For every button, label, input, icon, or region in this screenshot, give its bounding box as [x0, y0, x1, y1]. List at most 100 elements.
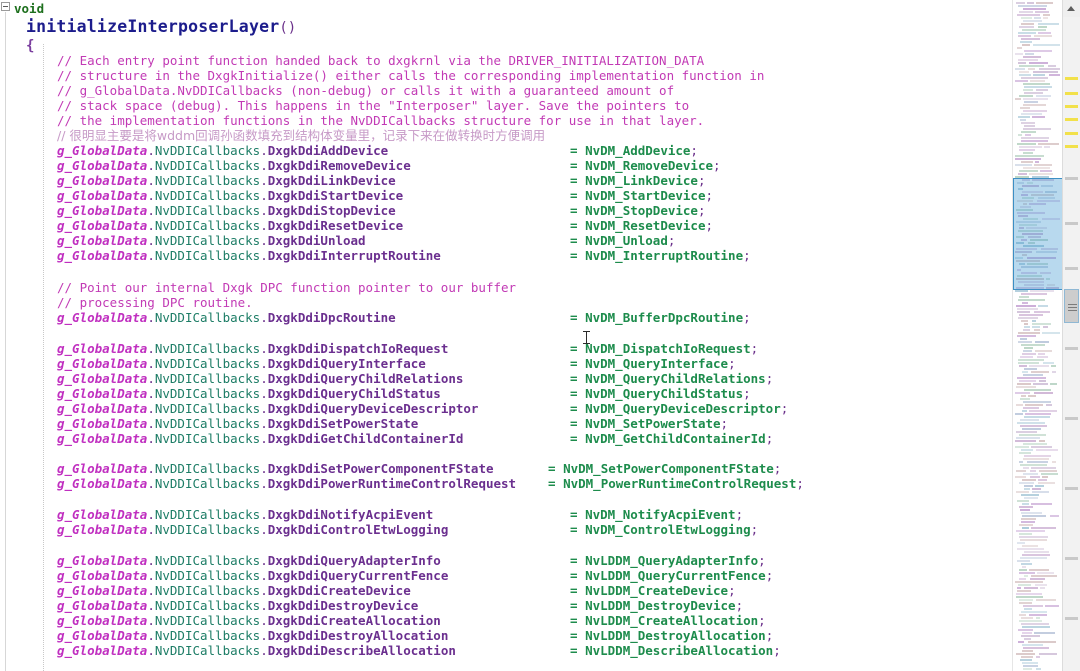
dot-operator: . [147, 401, 155, 416]
minimap-line [1021, 77, 1048, 79]
assignment-statement[interactable]: g_GlobalData.NvDDICallbacks.DxgkDdiGetCh… [57, 431, 463, 446]
object-prefix: g_GlobalData [57, 143, 148, 158]
assignment-statement[interactable]: g_GlobalData.NvDDICallbacks.DxgkDdiQuery… [57, 401, 478, 416]
assignment-right-hand-side[interactable]: = NvDM_QueryDeviceDescriptor; [570, 401, 788, 416]
minimap-line [1031, 503, 1052, 505]
assignment-right-hand-side[interactable]: = NvLDDM_QueryCurrentFence; [570, 568, 773, 583]
assignment-statement[interactable]: g_GlobalData.NvDDICallbacks.DxgkDdiDispa… [57, 341, 448, 356]
scroll-up-button[interactable] [1063, 0, 1080, 17]
dot-operator: . [260, 583, 268, 598]
minimap-line [1043, 17, 1048, 19]
assignment-statement[interactable]: g_GlobalData.NvDDICallbacks.DxgkDdiSetPo… [57, 461, 494, 476]
dot-operator: . [260, 522, 268, 537]
assignment-statement[interactable]: g_GlobalData.NvDDICallbacks.DxgkDdiDestr… [57, 598, 418, 613]
assignment-statement[interactable]: g_GlobalData.NvDDICallbacks.DxgkDdiDestr… [57, 628, 448, 643]
minimap-line [1017, 560, 1030, 562]
assignment-statement[interactable]: g_GlobalData.NvDDICallbacks.DxgkDdiUnloa… [57, 233, 366, 248]
assignment-right-hand-side[interactable]: = NvDM_InterruptRoutine; [570, 248, 751, 263]
minimap-line [1019, 482, 1034, 484]
assignment-statement[interactable]: g_GlobalData.NvDDICallbacks.DxgkDdiDpcRo… [57, 310, 396, 325]
collapse-region-toggle-icon[interactable] [1, 2, 10, 11]
assignment-right-hand-side[interactable]: = NvDM_AddDevice; [570, 143, 698, 158]
minimap-line [1041, 473, 1058, 475]
assignment-operator: = [570, 341, 586, 356]
fold-gutter[interactable] [0, 0, 12, 671]
minimap-line [1035, 485, 1044, 487]
assignment-right-hand-side[interactable]: = NvDM_ResetDevice; [570, 218, 713, 233]
member-field: DxgkDdiAddDevice [267, 143, 389, 158]
minimap-line [1042, 332, 1060, 334]
minimap-line [1033, 44, 1060, 46]
member-namespace: NvDDICallbacks [154, 476, 261, 491]
assignment-statement[interactable]: g_GlobalData.NvDDICallbacks.DxgkDdiDescr… [57, 643, 456, 658]
assignment-right-hand-side[interactable]: = NvDM_QueryChildStatus; [570, 386, 751, 401]
assignment-statement[interactable]: g_GlobalData.NvDDICallbacks.DxgkDdiCreat… [57, 613, 441, 628]
assignment-right-hand-side[interactable]: = NvLDDM_CreateAllocation; [570, 613, 766, 628]
assignment-right-hand-side[interactable]: = NvDM_NotifyAcpiEvent; [570, 507, 743, 522]
assignment-right-hand-side[interactable]: = NvLDDM_QueryAdapterInfo; [570, 553, 766, 568]
assignment-right-hand-side[interactable]: = NvDM_SetPowerState; [570, 416, 728, 431]
assignment-right-hand-side[interactable]: = NvLDDM_CreateDevice; [570, 583, 736, 598]
assignment-statement[interactable]: g_GlobalData.NvDDICallbacks.DxgkDdiLinkD… [57, 173, 396, 188]
minimap-line [1030, 578, 1045, 580]
assignment-statement[interactable]: g_GlobalData.NvDDICallbacks.DxgkDdiContr… [57, 522, 448, 537]
code-text-area[interactable]: void initializeInterposerLayer() { // Ea… [12, 0, 1012, 671]
assignment-right-hand-side[interactable]: = NvLDDM_DescribeAllocation; [570, 643, 781, 658]
assignment-statement[interactable]: g_GlobalData.NvDDICallbacks.DxgkDdiStart… [57, 188, 403, 203]
assignment-statement[interactable]: g_GlobalData.NvDDICallbacks.DxgkDdiNotif… [57, 507, 433, 522]
open-brace: { [26, 38, 35, 54]
assignment-right-hand-side[interactable]: = NvDM_StopDevice; [570, 203, 705, 218]
assignment-right-hand-side[interactable]: = NvDM_BufferDpcRoutine; [570, 310, 751, 325]
minimap-line [1028, 641, 1056, 643]
minimap-line [1016, 2, 1025, 4]
assignment-right-hand-side[interactable]: = NvDM_LinkDevice; [570, 173, 705, 188]
code-minimap[interactable] [1012, 0, 1063, 671]
assignment-statement[interactable]: g_GlobalData.NvDDICallbacks.DxgkDdiInter… [57, 248, 441, 263]
assignment-statement[interactable]: g_GlobalData.NvDDICallbacks.DxgkDdiReset… [57, 218, 403, 233]
scrollbar-track[interactable] [1063, 17, 1080, 671]
minimap-line [1015, 98, 1021, 100]
assignment-right-hand-side[interactable]: = NvDM_QueryInterface; [570, 356, 736, 371]
assignment-right-hand-side[interactable]: = NvDM_StartDevice; [570, 188, 713, 203]
minimap-line [1039, 68, 1060, 70]
member-namespace: NvDDICallbacks [154, 613, 261, 628]
assignment-statement[interactable]: g_GlobalData.NvDDICallbacks.DxgkDdiCreat… [57, 583, 411, 598]
assignment-statement[interactable]: g_GlobalData.NvDDICallbacks.DxgkDdiQuery… [57, 356, 426, 371]
minimap-line [1020, 509, 1030, 511]
minimap-line [1024, 488, 1030, 490]
minimap-viewport-indicator[interactable] [1013, 178, 1063, 290]
assignment-right-hand-side[interactable]: = NvDM_QueryChildRelations; [570, 371, 773, 386]
member-namespace: NvDDICallbacks [154, 356, 261, 371]
minimap-line [1035, 161, 1039, 163]
editor-surface[interactable]: void initializeInterposerLayer() { // Ea… [0, 0, 1012, 671]
minimap-line [1024, 551, 1049, 553]
member-field: DxgkDdiPowerRuntimeControlRequest [267, 476, 517, 491]
minimap-line [1037, 356, 1048, 358]
dot-operator: . [260, 401, 268, 416]
assignment-statement[interactable]: g_GlobalData.NvDDICallbacks.DxgkDdiQuery… [57, 568, 448, 583]
assignment-right-hand-side[interactable]: = NvDM_Unload; [570, 233, 675, 248]
assignment-statement[interactable]: g_GlobalData.NvDDICallbacks.DxgkDdiSetPo… [57, 416, 418, 431]
minimap-line [1016, 305, 1036, 307]
vertical-scrollbar[interactable] [1062, 0, 1080, 671]
assignment-statement[interactable]: g_GlobalData.NvDDICallbacks.DxgkDdiQuery… [57, 371, 463, 386]
assignment-statement[interactable]: g_GlobalData.NvDDICallbacks.DxgkDdiPower… [57, 476, 516, 491]
assignment-right-hand-side[interactable]: = NvLDDM_DestroyAllocation; [570, 628, 773, 643]
dot-operator: . [147, 356, 155, 371]
minimap-line [1022, 29, 1046, 31]
assignment-statement[interactable]: g_GlobalData.NvDDICallbacks.DxgkDdiAddDe… [57, 143, 388, 158]
assignment-right-hand-side[interactable]: = NvDM_SetPowerComponentFState; [548, 461, 781, 476]
assignment-right-hand-side[interactable]: = NvLDDM_DestroyDevice; [570, 598, 743, 613]
assignment-statement[interactable]: g_GlobalData.NvDDICallbacks.DxgkDdiStopD… [57, 203, 396, 218]
assignment-right-hand-side[interactable]: = NvDM_PowerRuntimeControlRequest; [548, 476, 804, 491]
assignment-right-hand-side[interactable]: = NvDM_DispatchIoRequest; [570, 341, 758, 356]
scrollbar-thumb[interactable] [1064, 289, 1079, 323]
assignment-right-hand-side[interactable]: = NvDM_ControlEtwLogging; [570, 522, 758, 537]
assignment-right-hand-side[interactable]: = NvDM_RemoveDevice; [570, 158, 721, 173]
assignment-statement[interactable]: g_GlobalData.NvDDICallbacks.DxgkDdiRemov… [57, 158, 411, 173]
assignment-statement[interactable]: g_GlobalData.NvDDICallbacks.DxgkDdiQuery… [57, 553, 441, 568]
assignment-right-hand-side[interactable]: = NvDM_GetChildContainerId; [570, 431, 773, 446]
assignment-statement[interactable]: g_GlobalData.NvDDICallbacks.DxgkDdiQuery… [57, 386, 441, 401]
minimap-line [1038, 26, 1047, 28]
assigned-function-name: NvDM_ResetDevice [585, 218, 706, 233]
